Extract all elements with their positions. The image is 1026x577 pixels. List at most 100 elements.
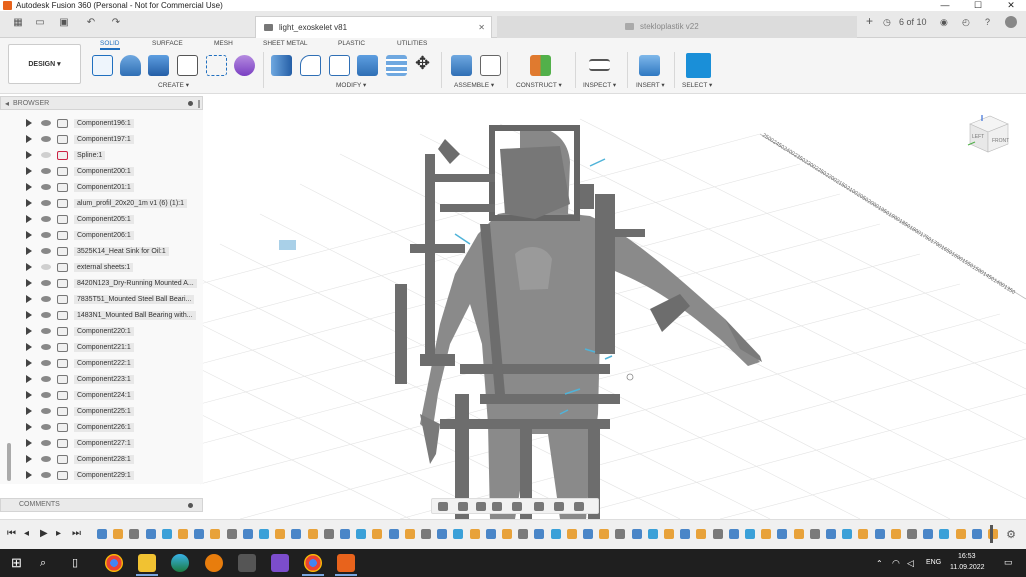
tab-sheet-metal[interactable]: SHEET METAL <box>263 40 308 47</box>
browser-item[interactable]: Component201:1 <box>0 179 203 195</box>
expand-arrow-icon[interactable] <box>26 407 32 415</box>
timeline-feature-icon[interactable] <box>907 529 917 539</box>
timeline-feature-icon[interactable] <box>680 529 691 539</box>
expand-arrow-icon[interactable] <box>26 151 32 159</box>
timeline-feature-icon[interactable] <box>485 529 496 539</box>
assemble-menu[interactable]: ASSEMBLE ▾ <box>454 81 494 89</box>
expand-arrow-icon[interactable] <box>26 215 32 223</box>
visibility-eye-icon[interactable] <box>41 136 51 142</box>
tray-expand-icon[interactable]: ⌃ <box>876 559 883 568</box>
expand-arrow-icon[interactable] <box>26 423 32 431</box>
expand-arrow-icon[interactable] <box>26 359 32 367</box>
timeline-feature-icon[interactable] <box>955 529 966 539</box>
blender-icon[interactable] <box>205 554 223 572</box>
timeline-feature-icon[interactable] <box>194 529 205 539</box>
browser-item[interactable]: external sheets:1 <box>0 259 203 275</box>
timeline-feature-icon[interactable] <box>275 529 286 539</box>
timeline-feature-icon[interactable] <box>291 529 302 539</box>
visibility-eye-icon[interactable] <box>41 168 51 174</box>
split-body-icon[interactable] <box>386 55 407 76</box>
timeline-feature-icon[interactable] <box>356 529 367 539</box>
browser-item[interactable]: 7835T51_Mounted Steel Ball Beari... <box>0 291 203 307</box>
language-indicator[interactable]: ENG <box>926 559 941 566</box>
expand-arrow-icon[interactable] <box>26 391 32 399</box>
timeline-feature-icon[interactable] <box>664 529 674 539</box>
wifi-icon[interactable]: ◠ <box>892 558 900 569</box>
expand-arrow-icon[interactable] <box>26 199 32 207</box>
measure-icon[interactable] <box>589 59 610 71</box>
store-icon[interactable] <box>238 554 256 572</box>
play-icon[interactable]: ▶ <box>40 528 48 539</box>
expand-arrow-icon[interactable] <box>26 455 32 463</box>
extrude-icon[interactable] <box>120 55 141 76</box>
notification-icon[interactable]: ▭ <box>1004 557 1013 568</box>
comments-panel[interactable]: COMMENTS <box>0 498 203 512</box>
clock-time[interactable]: 16:53 <box>958 553 976 560</box>
browser-item[interactable]: Component221:1 <box>0 339 203 355</box>
extensions-icon[interactable]: ◉ <box>940 17 948 28</box>
timeline-feature-icon[interactable] <box>793 529 804 539</box>
close-tab-icon[interactable]: ✕ <box>478 17 485 39</box>
timeline-feature-icon[interactable] <box>923 529 934 539</box>
browser-item[interactable]: alum_profil_20x20_1m v1 (6) (1):1 <box>0 195 203 211</box>
expand-arrow-icon[interactable] <box>26 471 32 479</box>
timeline-feature-icon[interactable] <box>971 529 982 539</box>
file-explorer-icon[interactable] <box>138 554 156 572</box>
select-icon[interactable] <box>686 53 711 78</box>
timeline-feature-icon[interactable] <box>502 529 512 539</box>
timeline-feature-icon[interactable] <box>890 529 901 539</box>
maximize-button[interactable]: ☐ <box>966 0 990 11</box>
browser-item[interactable]: Component200:1 <box>0 163 203 179</box>
chrome-icon[interactable] <box>105 554 123 572</box>
file-menu-icon[interactable]: ▭ <box>32 17 48 28</box>
browser-item[interactable]: Component229:1 <box>0 467 203 483</box>
expand-arrow-icon[interactable] <box>26 135 32 143</box>
timeline-feature-icon[interactable] <box>421 529 431 539</box>
open-count-label[interactable]: 6 of 10 <box>899 17 927 27</box>
tab-utilities[interactable]: UTILITIES <box>397 40 427 47</box>
timeline-feature-icon[interactable] <box>696 529 707 539</box>
timeline-feature-icon[interactable] <box>809 529 820 539</box>
inspect-menu[interactable]: INSPECT ▾ <box>583 81 616 89</box>
timeline-feature-icon[interactable] <box>226 529 237 539</box>
select-menu[interactable]: SELECT ▾ <box>682 81 712 89</box>
zoom-icon[interactable] <box>492 502 502 511</box>
timeline-feature-icon[interactable] <box>113 529 124 539</box>
grid-settings-icon[interactable] <box>554 502 564 511</box>
visibility-eye-icon[interactable] <box>41 328 51 334</box>
grid-menu-icon[interactable]: ▦ <box>10 17 26 28</box>
avatar[interactable] <box>1005 16 1017 28</box>
browser-item[interactable]: Spline:1 <box>0 147 203 163</box>
visibility-eye-icon[interactable] <box>41 120 51 126</box>
move-copy-icon[interactable]: ✥ <box>415 53 430 74</box>
workspace-switcher-button[interactable]: DESIGN ▾ <box>8 44 81 84</box>
tab-light-exoskelet[interactable]: light_exoskelet v81 ✕ <box>255 16 492 38</box>
expand-arrow-icon[interactable] <box>26 167 32 175</box>
timeline-feature-icon[interactable] <box>145 529 156 539</box>
browser-item[interactable]: Component205:1 <box>0 211 203 227</box>
viewports-icon[interactable] <box>574 502 584 511</box>
timeline-feature-icon[interactable] <box>518 529 529 539</box>
pin-icon[interactable] <box>188 503 193 508</box>
timeline-marker[interactable] <box>990 525 993 543</box>
expand-arrow-icon[interactable] <box>26 231 32 239</box>
timeline-feature-icon[interactable] <box>615 529 626 539</box>
fit-icon[interactable] <box>512 502 522 511</box>
expand-arrow-icon[interactable] <box>26 263 32 271</box>
browser-item[interactable]: Component206:1 <box>0 227 203 243</box>
visibility-eye-icon[interactable] <box>41 440 51 446</box>
timeline-feature-icon[interactable] <box>858 529 869 539</box>
undo-icon[interactable]: ↶ <box>83 17 99 28</box>
clock-date[interactable]: 11.09.2022 <box>950 564 985 571</box>
browser-item[interactable]: 1483N1_Mounted Ball Bearing with... <box>0 307 203 323</box>
timeline-feature-icon[interactable] <box>761 529 772 539</box>
go-to-end-icon[interactable]: ⏭ <box>72 528 81 539</box>
go-to-start-icon[interactable]: ⏮ <box>7 528 16 539</box>
browser-item[interactable]: 8420N123_Dry-Running Mounted A... <box>0 275 203 291</box>
timeline-feature-icon[interactable] <box>178 529 188 539</box>
timeline-feature-icon[interactable] <box>242 529 253 539</box>
timeline-feature-icon[interactable] <box>842 529 853 539</box>
fusion-taskbar-icon[interactable] <box>337 554 355 572</box>
timeline-feature-icon[interactable] <box>129 529 140 539</box>
visibility-eye-icon[interactable] <box>41 408 51 414</box>
